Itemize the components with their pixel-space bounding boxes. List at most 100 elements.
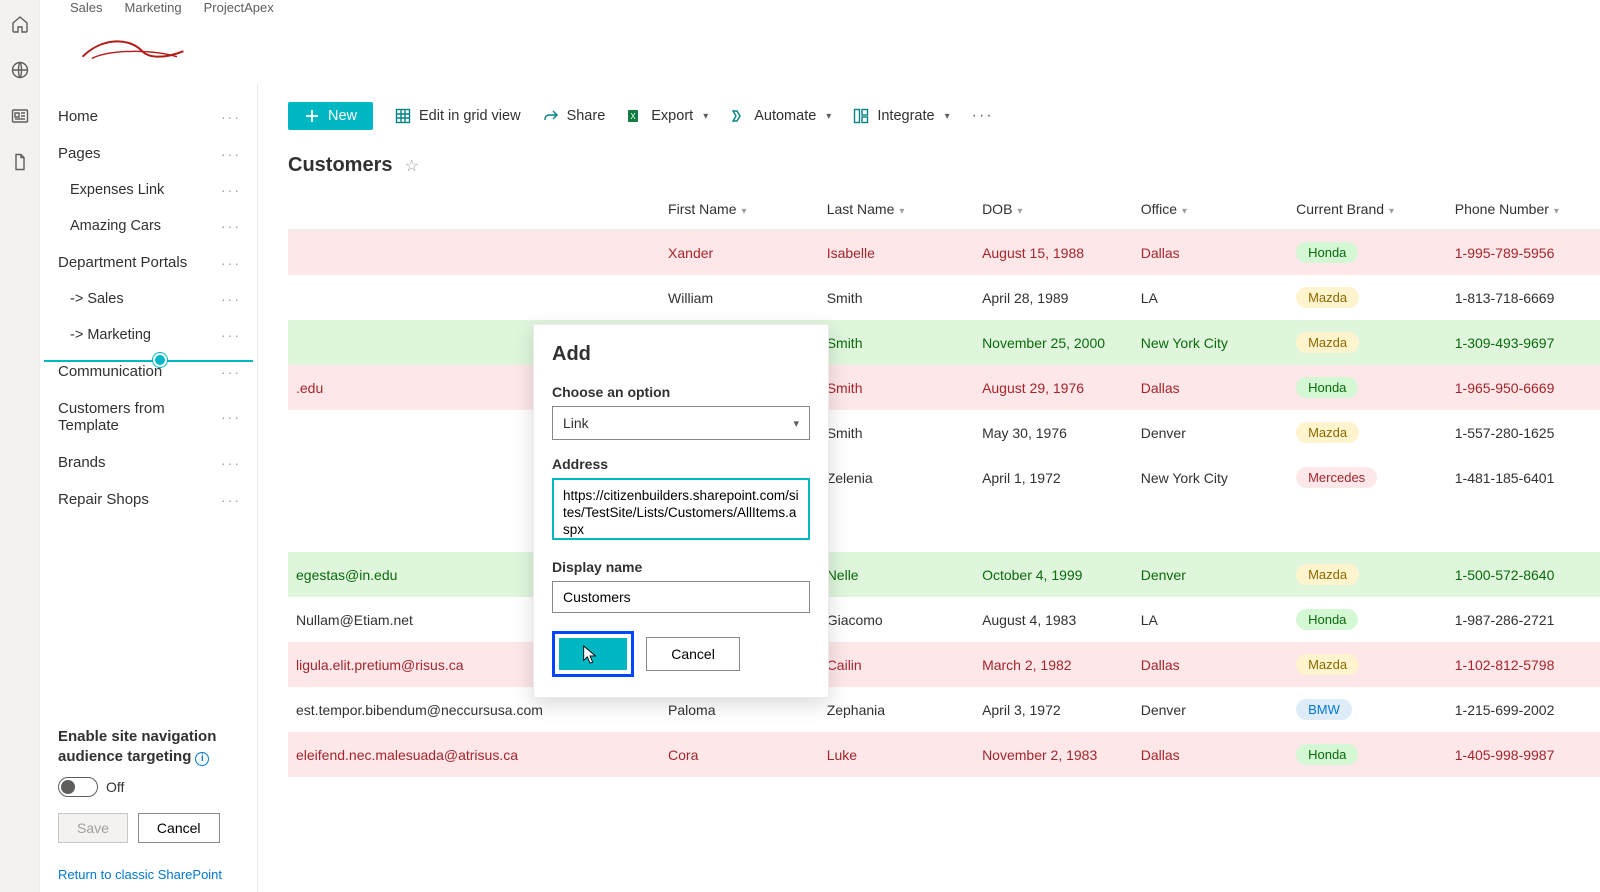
more-commands-button[interactable]: ···: [972, 107, 994, 125]
col-last-name[interactable]: Last Name▾: [819, 189, 974, 230]
dialog-cancel-button[interactable]: Cancel: [646, 637, 740, 671]
export-button[interactable]: X Export▾: [627, 108, 708, 124]
table-row[interactable]: [288, 500, 1600, 552]
nav-more-icon[interactable]: ···: [221, 409, 241, 425]
nav-marketing[interactable]: -> Marketing···: [40, 317, 257, 353]
file-rail-icon[interactable]: [10, 152, 30, 172]
top-tab-projectapex[interactable]: ProjectApex: [204, 0, 274, 17]
svg-text:X: X: [631, 112, 637, 121]
share-button[interactable]: Share: [543, 108, 606, 124]
flow-icon: [730, 108, 746, 124]
top-strip: Sales Marketing ProjectApex: [40, 0, 1600, 84]
chevron-down-icon: ▾: [1017, 206, 1022, 217]
cell-brand: BMW: [1288, 687, 1447, 732]
cell-phone: 1-965-950-6669: [1447, 365, 1600, 410]
cell-dob: November 2, 1983: [974, 732, 1133, 777]
new-button[interactable]: New: [288, 102, 373, 130]
cell-brand: Mazda: [1288, 552, 1447, 597]
nav-more-icon[interactable]: ···: [221, 182, 241, 198]
table-row[interactable]: CoraSmithNovember 25, 2000New York CityM…: [288, 320, 1600, 365]
info-icon[interactable]: i: [195, 752, 209, 766]
nav-pages[interactable]: Pages···: [40, 135, 257, 172]
col-phone[interactable]: Phone Number▾: [1447, 189, 1600, 230]
nav-more-icon[interactable]: ···: [221, 255, 241, 271]
table-row[interactable]: est.tempor.bibendum@neccursusa.comPaloma…: [288, 687, 1600, 732]
cell-dob: October 4, 1999: [974, 552, 1133, 597]
brand-pill: Mazda: [1296, 332, 1359, 353]
cell-brand: Mazda: [1288, 275, 1447, 320]
chevron-down-icon: ▾: [1389, 206, 1394, 217]
col-first-name[interactable]: First Name▾: [660, 189, 819, 230]
cell-phone: 1-557-280-1625: [1447, 410, 1600, 455]
integrate-button[interactable]: Integrate▾: [853, 108, 949, 124]
nav-communication[interactable]: Communication···: [40, 353, 257, 390]
top-tab-sales[interactable]: Sales: [70, 0, 103, 17]
table-row[interactable]: egestas@in.eduLinusNelleOctober 4, 1999D…: [288, 552, 1600, 597]
col-dob[interactable]: DOB▾: [974, 189, 1133, 230]
nav-more-icon[interactable]: ···: [221, 327, 241, 343]
nav-more-icon[interactable]: ···: [221, 364, 241, 380]
table-row[interactable]: Nullam@Etiam.netChandaGiacomoAugust 4, 1…: [288, 597, 1600, 642]
nav-brands[interactable]: Brands···: [40, 444, 257, 481]
table-row[interactable]: JasonZeleniaApril 1, 1972New York CityMe…: [288, 455, 1600, 500]
cell-office: Dallas: [1133, 230, 1288, 276]
nav-more-icon[interactable]: ···: [221, 109, 241, 125]
col-office[interactable]: Office▾: [1133, 189, 1288, 230]
table-row[interactable]: .eduPriceSmithAugust 29, 1976DallasHonda…: [288, 365, 1600, 410]
return-classic-link[interactable]: Return to classic SharePoint: [40, 857, 257, 892]
list-title: Customers: [288, 154, 392, 177]
ok-button[interactable]: OK: [559, 638, 627, 670]
audience-targeting-label: Enable site navigation audience targetin…: [58, 727, 239, 767]
chevron-down-icon: ▾: [1182, 206, 1187, 217]
integrate-icon: [853, 108, 869, 124]
cell-phone: 1-309-493-9697: [1447, 320, 1600, 365]
audience-toggle[interactable]: [58, 777, 98, 797]
table-row[interactable]: WilliamSmithApril 28, 1989LAMazda1-813-7…: [288, 275, 1600, 320]
nav-customers-template[interactable]: Customers from Template···: [40, 390, 257, 444]
table-row[interactable]: eleifend.nec.malesuada@atrisus.caCoraLuk…: [288, 732, 1600, 777]
cell-fn: Cora: [660, 732, 819, 777]
col-brand[interactable]: Current Brand▾: [1288, 189, 1447, 230]
share-icon: [543, 108, 559, 124]
globe-rail-icon[interactable]: [10, 60, 30, 80]
automate-button[interactable]: Automate▾: [730, 108, 831, 124]
nav-more-icon[interactable]: ···: [221, 492, 241, 508]
col-email[interactable]: [288, 189, 660, 230]
table-row[interactable]: JenniferSmithMay 30, 1976DenverMazda1-55…: [288, 410, 1600, 455]
nav-sales[interactable]: -> Sales···: [40, 281, 257, 317]
nav-home[interactable]: Home···: [40, 98, 257, 135]
chevron-down-icon: ▾: [703, 111, 708, 122]
nav-repair-shops[interactable]: Repair Shops···: [40, 481, 257, 518]
cell-ln: Luke: [819, 732, 974, 777]
add-link-dialog: Add Choose an option Link ▾ Address http…: [533, 324, 829, 698]
top-tab-marketing[interactable]: Marketing: [125, 0, 182, 17]
home-rail-icon[interactable]: [10, 14, 30, 34]
favorite-star-icon[interactable]: ☆: [404, 156, 418, 176]
cell-ln: Smith: [819, 275, 974, 320]
cell-office: Denver: [1133, 687, 1288, 732]
table-row[interactable]: ligula.elit.pretium@risus.caHectorCailin…: [288, 642, 1600, 687]
nav-more-icon[interactable]: ···: [221, 291, 241, 307]
table-row[interactable]: XanderIsabelleAugust 15, 1988DallasHonda…: [288, 230, 1600, 276]
nav-expenses-link[interactable]: Expenses Link···: [40, 172, 257, 208]
news-rail-icon[interactable]: [10, 106, 30, 126]
cell-dob: April 3, 1972: [974, 687, 1133, 732]
nav-more-icon[interactable]: ···: [221, 218, 241, 234]
nav-cancel-button[interactable]: Cancel: [138, 813, 220, 843]
add-nav-item-handle-icon[interactable]: [153, 353, 167, 367]
nav-more-icon[interactable]: ···: [221, 455, 241, 471]
tutorial-highlight: OK: [552, 631, 634, 677]
nav-amazing-cars[interactable]: Amazing Cars···: [40, 208, 257, 244]
cell-dob: April 28, 1989: [974, 275, 1133, 320]
nav-more-icon[interactable]: ···: [221, 146, 241, 162]
cell-dob: March 2, 1982: [974, 642, 1133, 687]
cell-brand: Honda: [1288, 597, 1447, 642]
cell-phone: 1-405-998-9987: [1447, 732, 1600, 777]
site-logo[interactable]: [70, 17, 196, 81]
nav-department-portals[interactable]: Department Portals···: [40, 244, 257, 281]
edit-grid-button[interactable]: Edit in grid view: [395, 108, 521, 124]
display-name-input[interactable]: [552, 581, 810, 613]
nav-save-button: Save: [58, 813, 128, 843]
address-input[interactable]: https://citizenbuilders.sharepoint.com/s…: [552, 478, 810, 540]
choose-option-select[interactable]: Link ▾: [552, 406, 810, 440]
